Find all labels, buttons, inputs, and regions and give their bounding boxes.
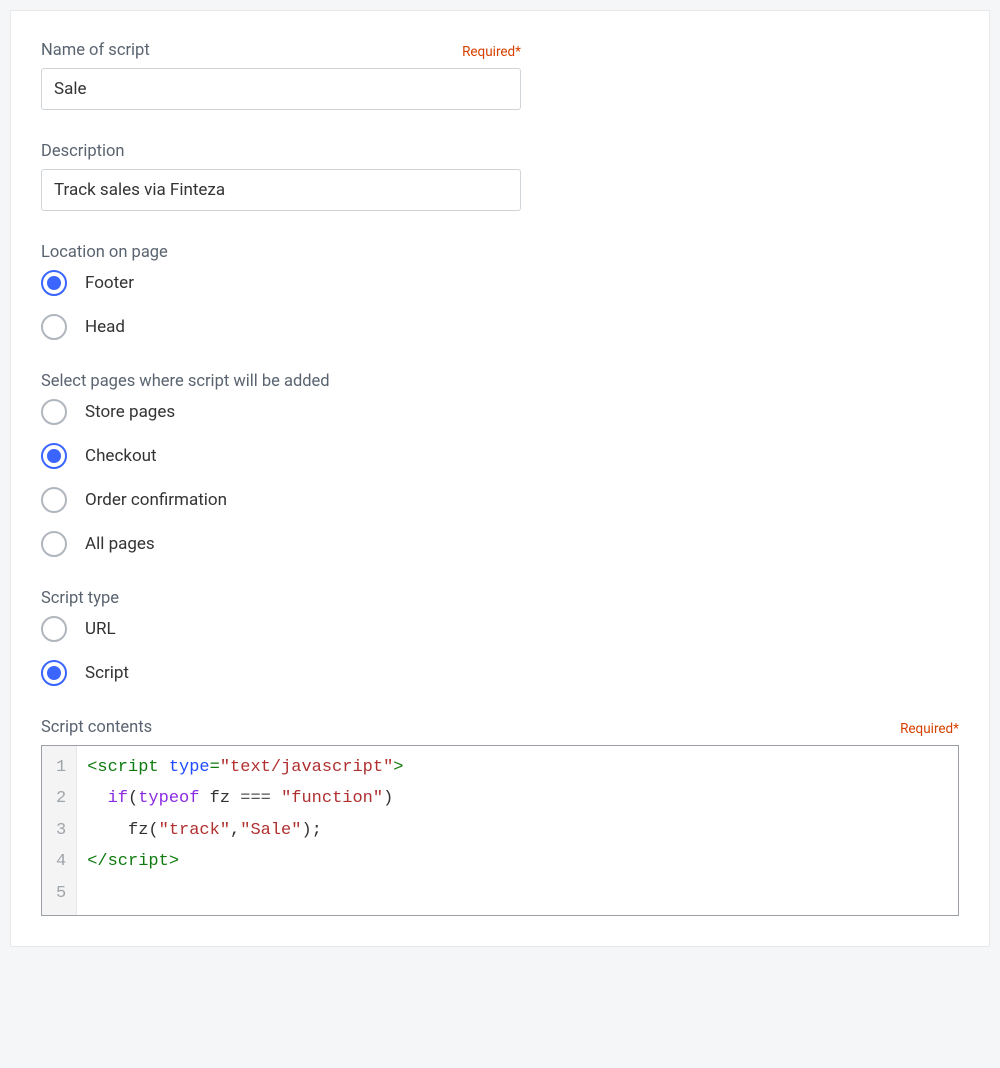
field-name: Name of script Required* <box>41 41 521 110</box>
field-pages: Select pages where script will be added … <box>41 372 959 557</box>
pages-label: Select pages where script will be added <box>41 372 330 391</box>
radio-label: Head <box>85 317 125 337</box>
code-lines[interactable]: <script type="text/javascript"> if(typeo… <box>77 746 958 915</box>
radio-label: URL <box>85 619 116 639</box>
radio-option[interactable]: All pages <box>41 531 959 557</box>
radio-icon[interactable] <box>41 314 67 340</box>
name-input[interactable] <box>41 68 521 110</box>
radio-icon[interactable] <box>41 616 67 642</box>
radio-icon[interactable] <box>41 531 67 557</box>
radio-label: Checkout <box>85 446 157 466</box>
radio-option[interactable]: Script <box>41 660 959 686</box>
radio-label: Script <box>85 663 129 683</box>
type-radio-group: URL Script <box>41 616 959 686</box>
description-label: Description <box>41 142 125 161</box>
radio-label: Footer <box>85 273 134 293</box>
location-radio-group: Footer Head <box>41 270 959 340</box>
contents-required-badge: Required* <box>900 721 959 737</box>
radio-option[interactable]: Footer <box>41 270 959 296</box>
code-gutter: 12345 <box>42 746 77 915</box>
pages-radio-group: Store pages Checkout Order confirmation All… <box>41 399 959 557</box>
contents-label: Script contents <box>41 718 152 737</box>
type-label: Script type <box>41 589 119 608</box>
radio-icon[interactable] <box>41 660 67 686</box>
field-contents: Script contents Required* 12345 <script … <box>41 718 959 916</box>
radio-icon[interactable] <box>41 487 67 513</box>
radio-label: Store pages <box>85 402 175 422</box>
radio-option[interactable]: Order confirmation <box>41 487 959 513</box>
radio-icon[interactable] <box>41 443 67 469</box>
radio-icon[interactable] <box>41 399 67 425</box>
radio-option[interactable]: URL <box>41 616 959 642</box>
description-input[interactable] <box>41 169 521 211</box>
code-editor[interactable]: 12345 <script type="text/javascript"> if… <box>41 745 959 916</box>
field-type: Script type URL Script <box>41 589 959 686</box>
radio-label: Order confirmation <box>85 490 227 510</box>
name-label: Name of script <box>41 41 150 60</box>
radio-option[interactable]: Checkout <box>41 443 959 469</box>
radio-icon[interactable] <box>41 270 67 296</box>
form-card: Name of script Required* Description Loc… <box>10 10 990 947</box>
field-description: Description <box>41 142 521 211</box>
field-location: Location on page Footer Head <box>41 243 959 340</box>
name-required-badge: Required* <box>462 44 521 60</box>
location-label: Location on page <box>41 243 168 262</box>
radio-option[interactable]: Store pages <box>41 399 959 425</box>
radio-option[interactable]: Head <box>41 314 959 340</box>
radio-label: All pages <box>85 534 155 554</box>
